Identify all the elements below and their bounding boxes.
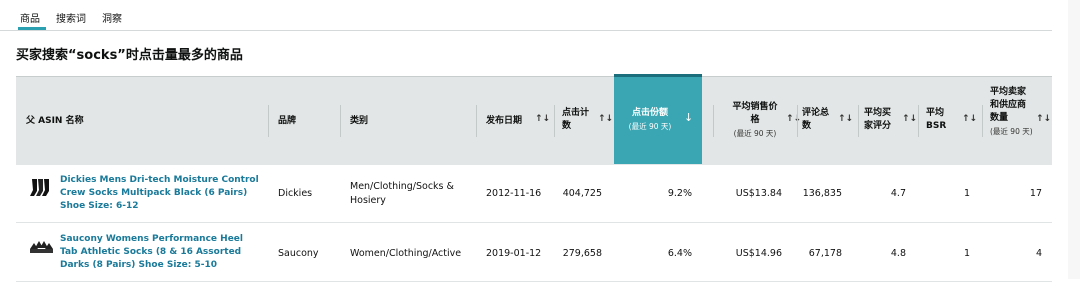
- column-divider[interactable]: [476, 105, 477, 137]
- tab-products[interactable]: 商品: [20, 10, 40, 25]
- col-header-sellers-line1: 平均卖家: [990, 87, 1027, 97]
- col-header-reviews-line2: 数: [802, 121, 812, 131]
- sort-icon[interactable]: ↑↓: [1036, 114, 1051, 124]
- col-header-avg-price-line1: 平均销售价: [732, 102, 778, 112]
- avg-price-cell: US$13.84: [735, 188, 782, 199]
- col-header-rating[interactable]: 平均买 家评分: [864, 107, 891, 133]
- category-cell: Men/Clothing/Socks & Hosiery: [350, 181, 454, 206]
- col-header-avg-price[interactable]: 平均销售价 格 (最近 90 天): [720, 101, 790, 140]
- arrow-down-icon[interactable]: ↓: [684, 111, 693, 124]
- column-divider[interactable]: [918, 105, 919, 137]
- col-header-sellers-line3: 数量: [990, 113, 1009, 123]
- sort-icon[interactable]: ↑↓: [838, 114, 853, 124]
- sort-icon[interactable]: ↑↓: [902, 114, 917, 124]
- col-header-reviews[interactable]: 评论总 数: [802, 107, 829, 133]
- col-header-sellers-sub: (最近 90 天): [990, 127, 1033, 136]
- col-header-avg-price-sub: (最近 90 天): [733, 129, 777, 138]
- release-date-cell: 2012-11-16: [486, 188, 542, 199]
- reviews-cell: 136,835: [802, 188, 842, 199]
- column-divider[interactable]: [797, 105, 798, 137]
- col-header-click-share[interactable]: 点击份额 (最近 90 天) ↓: [614, 74, 702, 164]
- tab-search-terms[interactable]: 搜索词: [56, 10, 86, 25]
- click-share-cell: 9.2%: [667, 188, 692, 199]
- tab-insights[interactable]: 洞察: [102, 10, 122, 25]
- active-tab-indicator: [18, 27, 46, 30]
- category-cell: Women/Clothing/Active: [350, 248, 462, 259]
- col-header-clicks[interactable]: 点击计 数: [562, 107, 589, 133]
- col-header-avg-price-line2: 格: [750, 115, 760, 125]
- bsr-cell: 1: [963, 188, 970, 199]
- tab-bar: 商品 搜索词 洞察: [0, 0, 1052, 31]
- brand-cell: Dickies: [278, 188, 313, 199]
- sellers-cell: 4: [1035, 248, 1042, 259]
- col-header-brand[interactable]: 品牌: [278, 115, 296, 128]
- col-header-rating-line2: 家评分: [864, 121, 892, 131]
- col-header-rating-line1: 平均买: [864, 108, 892, 118]
- clicks-cell: 404,725: [562, 188, 602, 199]
- rating-cell: 4.7: [890, 188, 906, 199]
- product-link[interactable]: Dickies Mens Dri-tech Moisture Control C…: [60, 174, 260, 213]
- sort-icon[interactable]: ↑↓: [962, 114, 977, 124]
- page-scrollbar[interactable]: [1068, 0, 1080, 279]
- brand-cell: Saucony: [278, 248, 319, 259]
- bsr-cell: 1: [963, 248, 970, 259]
- sort-icon[interactable]: ↑↓: [786, 114, 801, 124]
- release-date-cell: 2019-01-12: [486, 248, 542, 259]
- column-divider[interactable]: [268, 105, 269, 137]
- col-header-sellers[interactable]: 平均卖家 和供应商 数量 (最近 90 天): [990, 86, 1033, 138]
- col-header-bsr-line1: 平均: [926, 108, 945, 118]
- column-divider[interactable]: [713, 105, 714, 137]
- rating-cell: 4.8: [890, 248, 906, 259]
- col-header-clicks-line2: 数: [562, 121, 572, 131]
- section-title: 买家搜索“socks”时点击量最多的商品: [16, 48, 243, 63]
- col-header-release-date[interactable]: 发布日期: [486, 115, 522, 128]
- col-header-category[interactable]: 类别: [350, 115, 368, 128]
- product-link[interactable]: Saucony Womens Performance Heel Tab Athl…: [60, 233, 260, 272]
- col-header-click-share-title: 点击份额: [631, 108, 668, 118]
- products-table: 父 ASIN 名称 品牌 类别 发布日期 ↑↓ 点击计 数 ↑↓ 平均销售价 格…: [16, 74, 1052, 282]
- clicks-cell: 279,658: [562, 248, 602, 259]
- sort-icon[interactable]: ↑↓: [598, 114, 613, 124]
- column-divider[interactable]: [554, 105, 555, 137]
- column-divider[interactable]: [982, 105, 983, 137]
- column-divider[interactable]: [340, 105, 341, 137]
- avg-price-cell: US$14.96: [735, 248, 782, 259]
- table-header: 父 ASIN 名称 品牌 类别 发布日期 ↑↓ 点击计 数 ↑↓ 平均销售价 格…: [16, 76, 1052, 165]
- col-header-reviews-line1: 评论总: [802, 108, 830, 118]
- table-row: Saucony Womens Performance Heel Tab Athl…: [16, 223, 1052, 282]
- col-header-click-share-label: 点击份额 (最近 90 天): [614, 107, 686, 133]
- reviews-cell: 67,178: [808, 248, 842, 259]
- sellers-cell: 17: [1029, 188, 1042, 199]
- col-header-name[interactable]: 父 ASIN 名称: [26, 115, 84, 128]
- col-header-sellers-line2: 和供应商: [990, 100, 1027, 110]
- col-header-click-share-sub: (最近 90 天): [628, 122, 672, 131]
- table-row: Dickies Mens Dri-tech Moisture Control C…: [16, 164, 1052, 223]
- column-divider[interactable]: [858, 105, 859, 137]
- sort-icon[interactable]: ↑↓: [535, 114, 550, 124]
- black-socks-image: [30, 179, 49, 196]
- col-header-bsr-line2: BSR: [926, 121, 947, 131]
- socks-fan-image: [30, 241, 53, 253]
- click-share-cell: 6.4%: [667, 248, 692, 259]
- col-header-bsr[interactable]: 平均 BSR: [926, 107, 946, 133]
- col-header-clicks-line1: 点击计: [562, 108, 590, 118]
